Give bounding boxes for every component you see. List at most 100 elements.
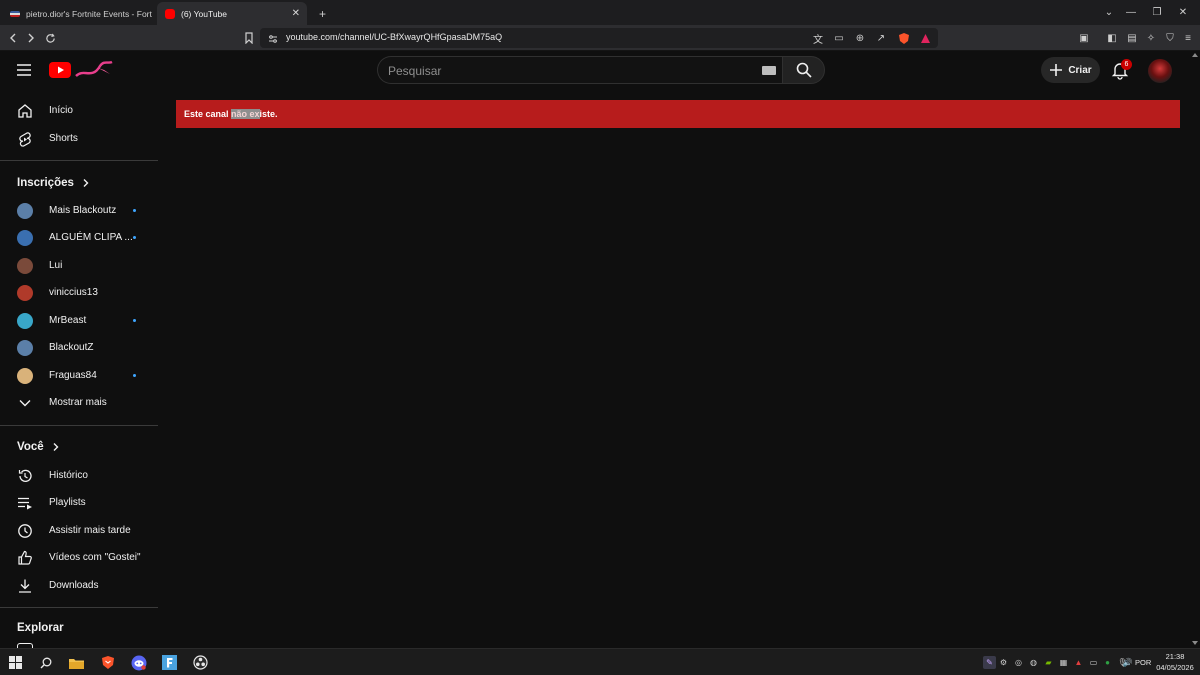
new-content-dot: [133, 209, 136, 212]
sidebar-item-watch-later[interactable]: Assistir mais tarde: [0, 517, 158, 544]
forward-icon[interactable]: [22, 29, 40, 47]
sidebar-item-label: Vídeos com "Gostei": [49, 552, 141, 563]
sidebar-divider: [0, 607, 158, 608]
sidebar-item-playlists[interactable]: Playlists: [0, 489, 158, 516]
scroll-down-arrow-icon[interactable]: [1192, 641, 1198, 645]
fortnite-app-icon[interactable]: [161, 654, 178, 671]
cast-icon[interactable]: ▭: [831, 30, 847, 46]
sidebar-item-history[interactable]: Histórico: [0, 462, 158, 489]
subscriptions-title: Inscrições: [17, 177, 74, 189]
leo-ai-icon[interactable]: ✧: [1143, 30, 1159, 46]
sidebar-subscription[interactable]: Lui: [0, 252, 158, 279]
reload-icon[interactable]: [41, 29, 59, 47]
channel-name: Mais Blackoutz: [49, 205, 117, 216]
windows-logo-icon: [9, 656, 22, 669]
create-button[interactable]: Criar: [1041, 57, 1100, 83]
sidebar-item-label: Downloads: [49, 580, 99, 591]
tab-youtube[interactable]: (6) YouTube ✕: [157, 2, 307, 25]
tray-amd-icon[interactable]: ▲: [1073, 657, 1084, 668]
sidebar-item-downloads[interactable]: Downloads: [0, 572, 158, 599]
language-indicator[interactable]: POR: [1135, 658, 1151, 667]
zoom-icon[interactable]: ⊕: [852, 30, 868, 46]
tab-search-icon[interactable]: ▣: [1076, 30, 1092, 46]
sidebar-item-label: Início: [49, 105, 73, 116]
history-icon: [17, 468, 33, 484]
page-scrollbar[interactable]: [1189, 51, 1200, 648]
chevron-down-icon: [17, 395, 33, 411]
sidebar-item-label: Assistir mais tarde: [49, 525, 131, 536]
search-button[interactable]: [782, 56, 825, 84]
guide-menu-icon[interactable]: [16, 63, 32, 77]
tray-app-icon[interactable]: ⚙: [998, 657, 1009, 668]
tray-device-icon[interactable]: ▭: [1088, 657, 1099, 668]
tab-title: pietro.dior's Fortnite Events - Fortnite: [26, 8, 152, 19]
download-icon: [17, 578, 33, 594]
tray-steam-icon[interactable]: ◍: [1028, 657, 1039, 668]
sidebar-subscription[interactable]: ALGUÉM CLIPA ...: [0, 224, 158, 251]
sidebar-item-liked-videos[interactable]: Vídeos com "Gostei": [0, 544, 158, 571]
new-tab-button[interactable]: +: [311, 2, 331, 25]
scroll-up-arrow-icon[interactable]: [1192, 53, 1198, 57]
channel-avatar: [17, 202, 33, 219]
chevron-right-icon: [53, 443, 59, 451]
show-more-button[interactable]: Mostrar mais: [0, 389, 158, 416]
url-text[interactable]: youtube.com/channel/UC-BfXwayrQHfGpasaDM…: [286, 32, 502, 42]
search-input[interactable]: [388, 62, 748, 80]
account-avatar[interactable]: [1148, 59, 1172, 83]
nvidia-icon[interactable]: ▰: [1043, 657, 1054, 668]
discord-icon[interactable]: [130, 654, 147, 671]
tray-obs-icon[interactable]: ◎: [1013, 657, 1024, 668]
file-explorer-icon[interactable]: [68, 654, 85, 671]
sidebar-item-home[interactable]: Início: [0, 97, 158, 124]
search-taskbar-icon[interactable]: [37, 654, 54, 671]
tray-security-icon[interactable]: ●: [1102, 657, 1113, 668]
search-box[interactable]: [377, 56, 782, 84]
sidebar-item-label: Shorts: [49, 133, 78, 144]
you-heading[interactable]: Você: [17, 441, 61, 453]
sidebar-item-shorts[interactable]: Shorts: [0, 125, 158, 152]
sidebar-subscription[interactable]: BlackoutZ: [0, 334, 158, 361]
menu-icon[interactable]: ≡: [1180, 30, 1196, 46]
volume-icon[interactable]: 🔊: [1122, 657, 1133, 668]
channel-avatar: [17, 339, 33, 356]
youtube-masthead: Criar 6: [0, 51, 1200, 91]
tray-display-icon[interactable]: ▦: [1058, 657, 1069, 668]
wallet-icon[interactable]: ▤: [1124, 30, 1140, 46]
close-tab-icon[interactable]: ✕: [292, 8, 300, 19]
site-settings-icon[interactable]: [267, 32, 279, 44]
bookmark-icon[interactable]: [240, 29, 258, 47]
create-label: Criar: [1068, 64, 1092, 76]
translate-icon[interactable]: 文: [810, 30, 826, 46]
sidebar-toggle-icon[interactable]: ◧: [1104, 30, 1120, 46]
browser-tab-strip: pietro.dior's Fortnite Events - Fortnite…: [0, 0, 1200, 25]
sidebar-subscription[interactable]: Fraguas84: [0, 362, 158, 389]
clock-time[interactable]: 21:38: [1156, 652, 1194, 661]
vpn-icon[interactable]: ⛉: [1162, 30, 1178, 46]
close-window-icon[interactable]: ✕: [1166, 0, 1200, 25]
subscriptions-heading[interactable]: Inscrições: [17, 177, 91, 189]
doodle-logo-icon[interactable]: [74, 58, 114, 82]
channel-name: Lui: [49, 260, 63, 271]
like-icon: [17, 550, 33, 566]
tab-fortnite-events[interactable]: pietro.dior's Fortnite Events - Fortnite: [2, 2, 152, 25]
clock-date[interactable]: 04/05/2026: [1154, 663, 1196, 672]
brave-shields-icon[interactable]: [896, 30, 912, 46]
sidebar-subscription[interactable]: viniccius13: [0, 279, 158, 306]
brave-browser-icon[interactable]: [99, 654, 116, 671]
address-bar[interactable]: youtube.com/channel/UC-BfXwayrQHfGpasaDM…: [260, 28, 938, 48]
keyboard-icon[interactable]: [762, 66, 776, 75]
share-icon[interactable]: ↗: [873, 30, 889, 46]
new-content-dot: [133, 374, 136, 377]
brave-rewards-icon[interactable]: [917, 30, 933, 46]
start-button[interactable]: [7, 654, 24, 671]
back-icon[interactable]: [4, 29, 22, 47]
error-text-end: iste.: [259, 109, 278, 119]
tab-title: (6) YouTube: [181, 8, 227, 19]
feather-tray-icon[interactable]: ✎: [983, 656, 996, 669]
channel-name: ALGUÉM CLIPA ...: [49, 232, 133, 243]
sidebar-subscription[interactable]: Mais Blackoutz: [0, 197, 158, 224]
error-banner: Este canal não existe.: [176, 100, 1180, 128]
youtube-logo-icon[interactable]: [49, 62, 71, 78]
obs-icon[interactable]: [192, 654, 209, 671]
sidebar-subscription[interactable]: MrBeast: [0, 307, 158, 334]
